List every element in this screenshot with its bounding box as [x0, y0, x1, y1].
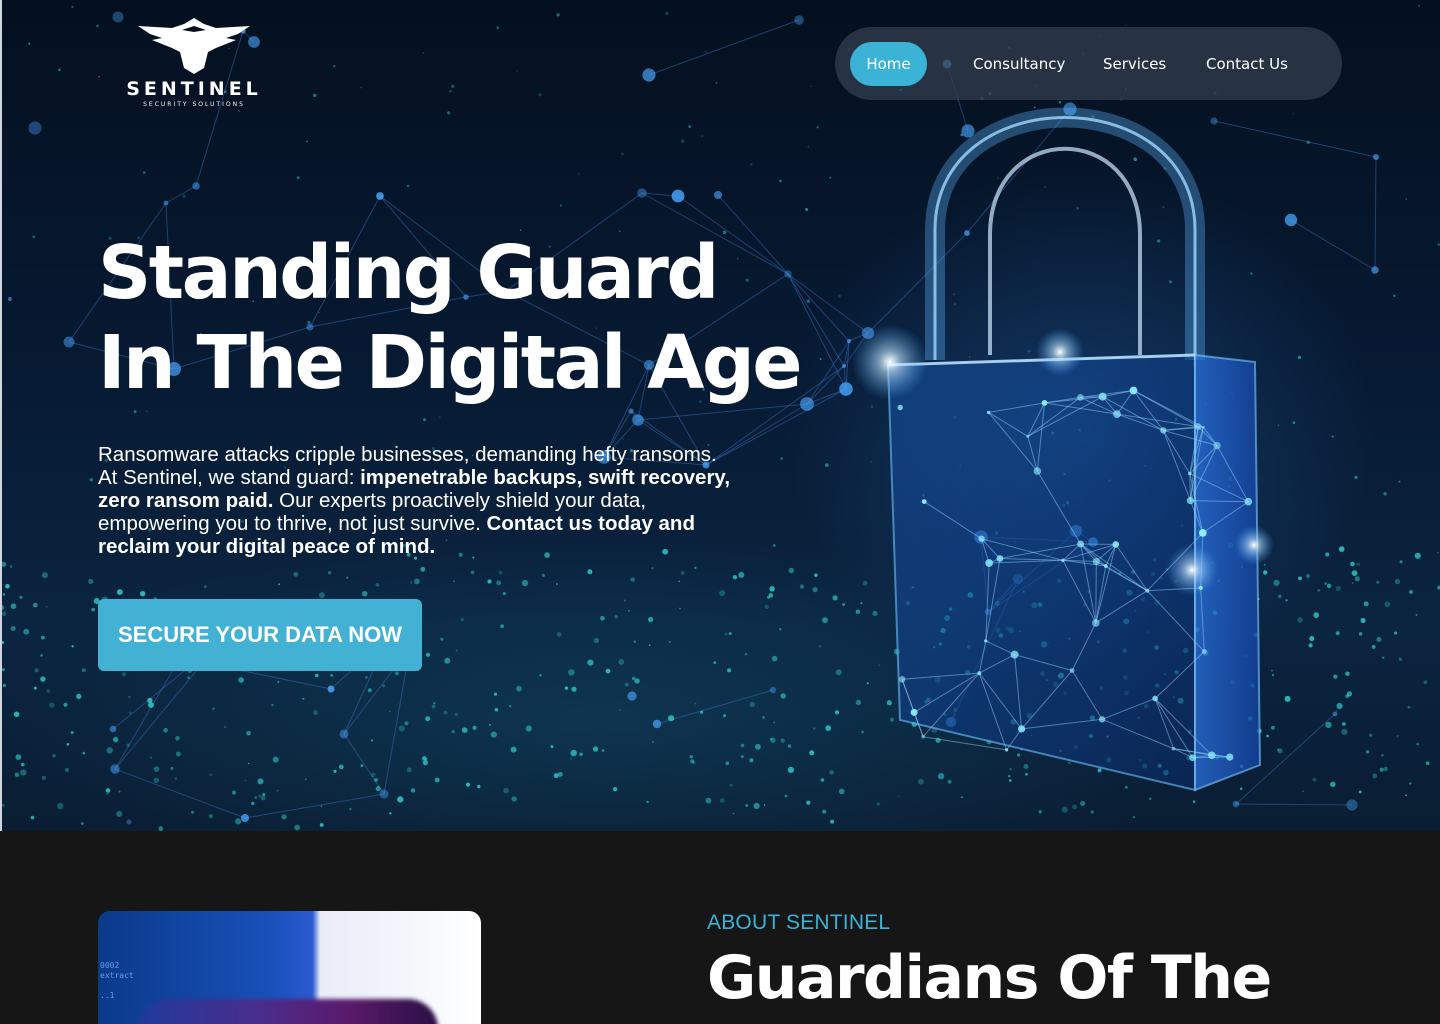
- nav-services[interactable]: Services: [1103, 42, 1166, 86]
- about-image-shape: [138, 999, 438, 1024]
- about-image: 0002 extract ..1: [98, 911, 481, 1024]
- main-nav: Home Consultancy Services Contact Us: [835, 27, 1342, 100]
- headline-line-1: Standing Guard: [98, 230, 719, 316]
- nav-contact-us[interactable]: Contact Us: [1206, 42, 1288, 86]
- logo-wordmark: SENTINEL: [126, 78, 262, 100]
- nav-home[interactable]: Home: [850, 42, 927, 86]
- about-image-code-texture: 0002 extract ..1: [100, 961, 134, 1000]
- eagle-icon: [138, 18, 250, 74]
- hero-section: SENTINEL SECURITY SOLUTIONS Home Consult…: [0, 0, 1440, 831]
- hero-headline: Standing Guard In The Digital Age: [98, 228, 818, 408]
- padlock-icon: [852, 107, 1274, 792]
- about-title: Guardians Of The: [707, 943, 1272, 1013]
- logo-tagline: SECURITY SOLUTIONS: [143, 101, 245, 108]
- headline-line-2: In The Digital Age: [98, 320, 803, 406]
- logo[interactable]: SENTINEL SECURITY SOLUTIONS: [112, 18, 277, 108]
- nav-consultancy[interactable]: Consultancy: [973, 42, 1065, 86]
- about-eyebrow: ABOUT SENTINEL: [707, 911, 891, 934]
- secure-data-button[interactable]: SECURE YOUR DATA NOW: [98, 599, 422, 671]
- left-edge-line: [0, 0, 2, 831]
- hero-intro: Ransomware attacks cripple businesses, d…: [98, 443, 738, 558]
